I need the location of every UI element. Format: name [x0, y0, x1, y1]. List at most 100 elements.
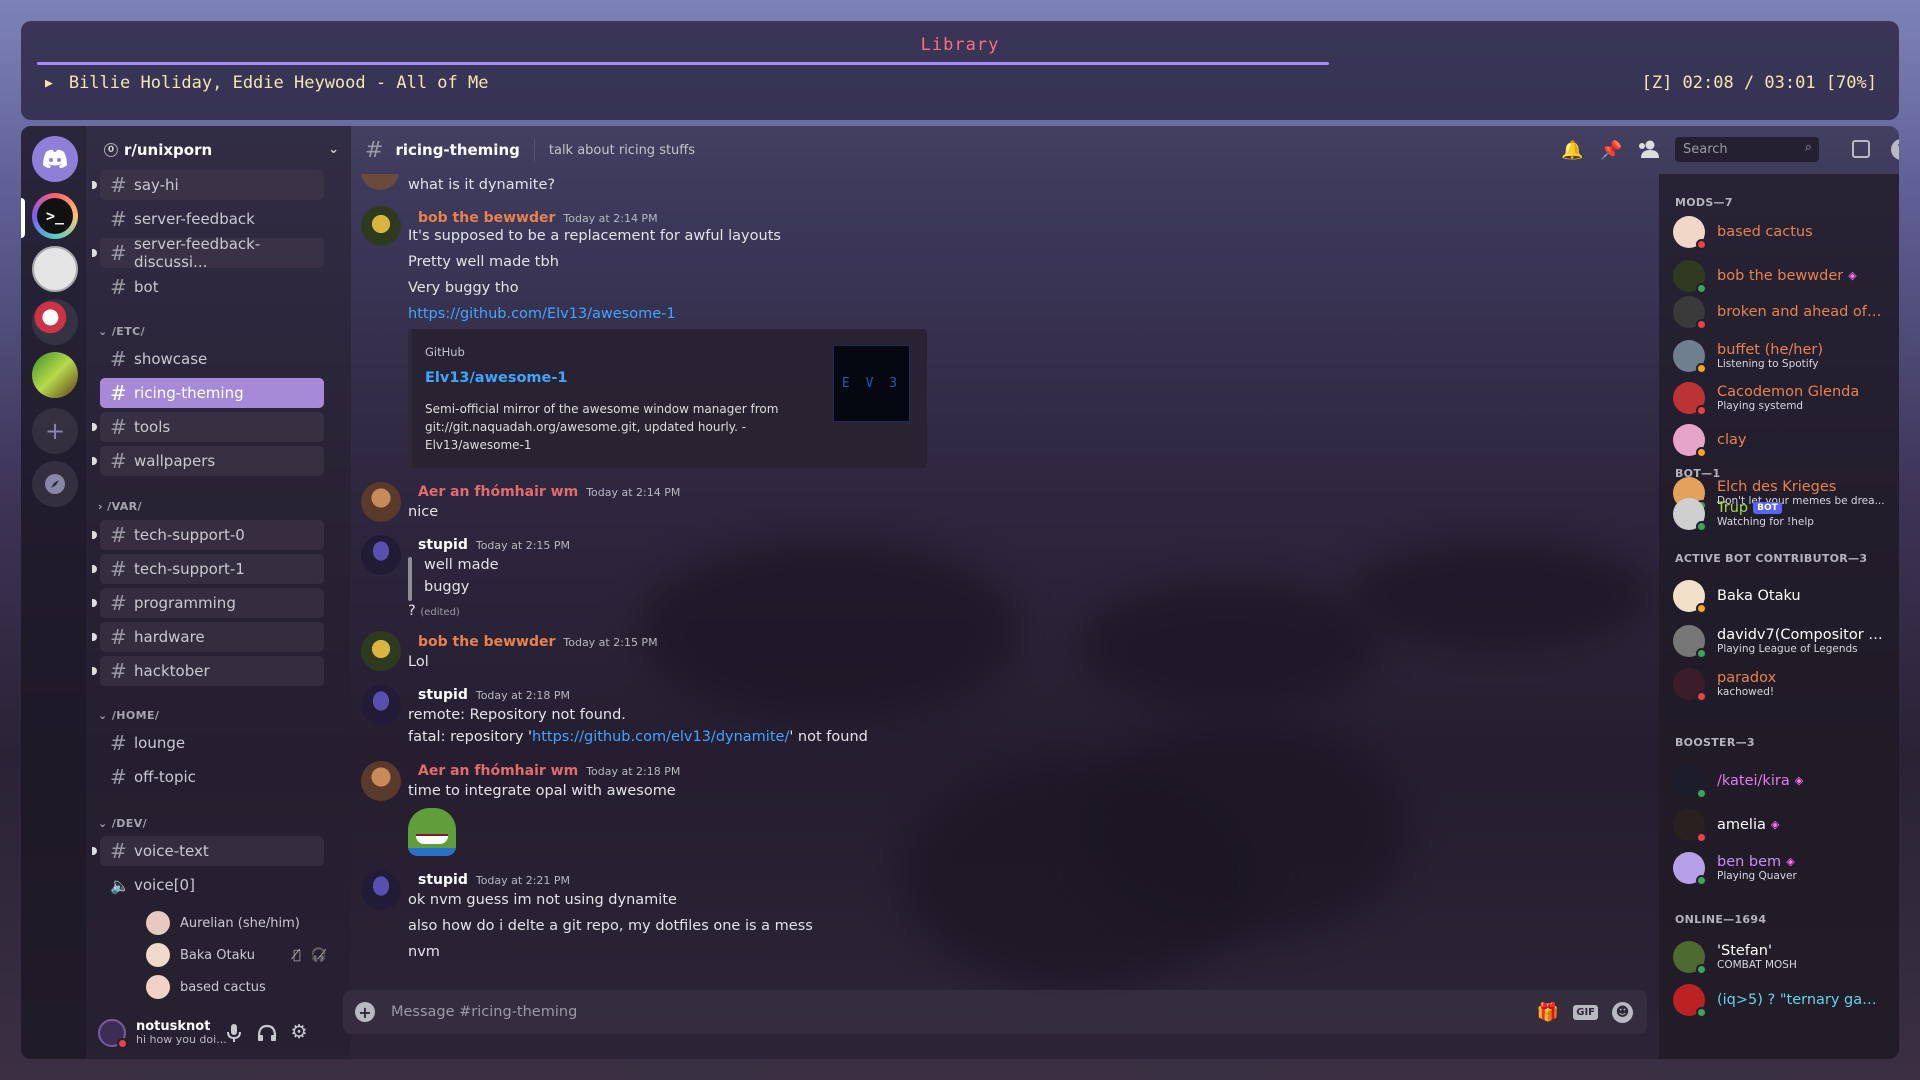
member-item[interactable]: amelia ◈	[1673, 809, 1893, 843]
voice-user[interactable]: Aurelian (she/him)	[146, 911, 300, 935]
gear-icon[interactable]: ⚙	[288, 1021, 310, 1043]
member-item[interactable]: 'Stefan' COMBAT MOSH	[1673, 941, 1893, 975]
channel-server-feedback-discussion[interactable]: # server-feedback-discussi...	[92, 235, 324, 271]
message-author[interactable]: bob the bewwder	[418, 210, 555, 226]
category-var[interactable]: › /VAR/	[98, 500, 142, 513]
member-item[interactable]: paradox kachowed!	[1673, 668, 1893, 702]
category-etc[interactable]: ⌄ /ETC/	[98, 325, 145, 338]
message-author[interactable]: Aer an fhómhair wm	[418, 763, 578, 779]
hash-icon: #	[110, 241, 127, 265]
username: notusknot	[136, 1018, 211, 1034]
member-activity: Playing Quaver	[1717, 870, 1797, 883]
channel-voice-text[interactable]: # voice-text	[92, 836, 324, 866]
speaker-icon: 🔈	[110, 875, 130, 895]
message-author[interactable]: stupid	[418, 687, 468, 703]
gif-button[interactable]: GIF	[1573, 1004, 1598, 1020]
channel-programming[interactable]: # programming	[92, 588, 324, 618]
embed-description: Semi-official mirror of the awesome wind…	[425, 400, 778, 454]
avatar[interactable]	[361, 535, 401, 575]
channel-server-feedback[interactable]: # server-feedback	[100, 204, 324, 234]
member-item[interactable]: ben bem ◈ Playing Quaver	[1673, 852, 1893, 886]
voice-user[interactable]: Baka Otaku 🎙̸ 🎧̸	[146, 943, 327, 967]
channel-say-hi[interactable]: # say-hi	[92, 170, 324, 200]
member-item[interactable]: Cacodemon Glenda Playing systemd	[1673, 382, 1893, 416]
avatar[interactable]	[361, 685, 401, 725]
server-icon-terminal[interactable]: >_	[32, 193, 78, 239]
search-box[interactable]: Search ⌕	[1675, 137, 1819, 162]
member-avatar-wrap	[1673, 941, 1707, 975]
channel-bot[interactable]: # bot	[100, 272, 324, 302]
chevron-down-icon[interactable]: ⌄	[328, 142, 339, 157]
message-author[interactable]: stupid	[418, 537, 468, 553]
voice-user[interactable]: based cactus	[146, 975, 266, 999]
channel-tech-support-1[interactable]: # tech-support-1	[92, 554, 324, 584]
server-icon-game[interactable]	[32, 352, 78, 398]
category-label: /VAR/	[107, 500, 142, 513]
category-dev[interactable]: ⌄ /DEV/	[98, 817, 147, 830]
channel-hacktober[interactable]: # hacktober	[92, 656, 324, 686]
member-item[interactable]: bob the bewwder ◈	[1673, 260, 1893, 294]
message-input[interactable]: Message #ricing-theming	[391, 1004, 1537, 1020]
member-item[interactable]: Baka Otaku	[1673, 580, 1893, 614]
server-icon-art[interactable]	[32, 299, 78, 345]
channel-wallpapers[interactable]: # wallpapers	[92, 446, 324, 476]
avatar[interactable]	[361, 482, 401, 522]
hash-icon: #	[110, 347, 127, 371]
message-link[interactable]: https://github.com/Elv13/awesome-1	[408, 306, 676, 322]
message-text: Very buggy tho	[408, 280, 519, 296]
emoji-picker-icon[interactable]: ☻	[1612, 1001, 1633, 1023]
add-server-button[interactable]: +	[32, 408, 78, 454]
gift-icon[interactable]: 🎁	[1537, 1002, 1559, 1023]
member-item[interactable]: davidv7(Compositor n... Playing League of…	[1673, 625, 1893, 659]
server-icon-anime[interactable]	[32, 246, 78, 292]
embed-title[interactable]: Elv13/awesome-1	[425, 370, 567, 386]
microphone-icon[interactable]	[224, 1023, 244, 1043]
member-item[interactable]: broken and ahead of s...	[1673, 296, 1893, 330]
category-home[interactable]: ⌄ /HOME/	[98, 709, 159, 722]
message-link[interactable]: https://github.com/elv13/dynamite/	[532, 729, 789, 745]
voice-channel[interactable]: 🔈 voice[0]	[100, 870, 324, 900]
channel-hardware[interactable]: # hardware	[92, 622, 324, 652]
message-text: ? (edited)	[408, 603, 460, 619]
help-icon[interactable]: ?	[1891, 139, 1899, 160]
explore-servers-button[interactable]	[32, 461, 78, 507]
add-attachment-button[interactable]: +	[355, 1002, 375, 1022]
avatar[interactable]	[361, 631, 401, 671]
member-item[interactable]: based cactus	[1673, 216, 1893, 250]
avatar[interactable]	[361, 870, 401, 910]
member-avatar-wrap	[1673, 852, 1707, 886]
avatar[interactable]	[361, 206, 401, 246]
avatar[interactable]	[361, 761, 401, 801]
user-avatar-wrap[interactable]	[98, 1019, 128, 1049]
member-name-row: bob the bewwder ◈	[1717, 268, 1857, 285]
play-icon[interactable]: ▶	[45, 76, 53, 91]
discord-home-button[interactable]	[32, 136, 78, 182]
message-author[interactable]: Aer an fhómhair wm	[418, 484, 578, 500]
pin-icon[interactable]: 📌	[1600, 140, 1622, 161]
message-author[interactable]: bob the bewwder	[418, 634, 555, 650]
member-item[interactable]: clay	[1673, 424, 1893, 458]
progress-bar[interactable]	[37, 62, 1329, 65]
bell-icon[interactable]: 🔔	[1561, 140, 1583, 161]
nitro-boost-icon: ◈	[1794, 773, 1804, 787]
headphones-icon[interactable]	[256, 1023, 278, 1043]
channel-ricing-theming[interactable]: # ricing-theming	[100, 378, 324, 408]
message-author[interactable]: stupid	[418, 872, 468, 888]
member-name-row: clay	[1717, 432, 1746, 449]
member-name: Trup	[1717, 499, 1749, 516]
channel-tech-support-0[interactable]: # tech-support-0	[92, 520, 324, 550]
member-item[interactable]: /katei/kira ◈	[1673, 765, 1893, 799]
channel-showcase[interactable]: # showcase	[100, 344, 324, 374]
member-item[interactable]: Trup BOT Watching for !help	[1673, 498, 1893, 532]
server-name: r/unixporn	[124, 141, 213, 159]
server-header[interactable]: 0 r/unixporn ⌄	[86, 126, 351, 174]
member-item[interactable]: buffet (he/her) Listening to Spotify	[1673, 340, 1893, 374]
search-input[interactable]: Search	[1683, 142, 1728, 157]
channel-off-topic[interactable]: # off-topic	[100, 762, 324, 792]
members-icon[interactable]	[1637, 139, 1661, 163]
header-divider	[533, 139, 535, 161]
channel-tools[interactable]: # tools	[92, 412, 324, 442]
inbox-icon[interactable]	[1852, 140, 1870, 158]
channel-lounge[interactable]: # lounge	[100, 728, 324, 758]
member-item[interactable]: (iq>5) ? "ternary gang...	[1673, 984, 1893, 1018]
